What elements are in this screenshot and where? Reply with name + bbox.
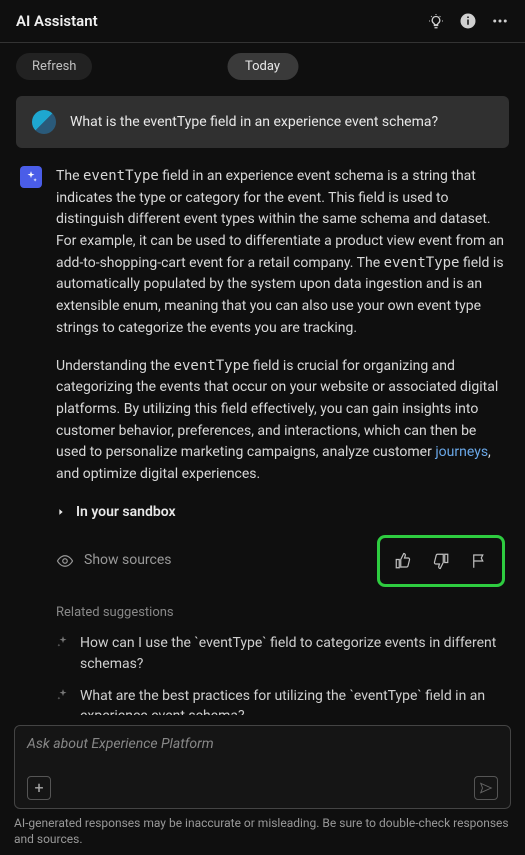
suggestion-item[interactable]: How can I use the `eventType` field to c… (56, 633, 505, 674)
suggestion-item[interactable]: What are the best practices for utilizin… (56, 686, 505, 715)
sources-label: Show sources (84, 550, 172, 572)
journeys-link[interactable]: journeys (435, 444, 488, 460)
sandbox-toggle[interactable]: In your sandbox (56, 502, 505, 524)
related-suggestions-title: Related suggestions (56, 603, 505, 623)
user-avatar (32, 110, 56, 134)
today-pill[interactable]: Today (227, 53, 298, 80)
suggestion-text: What are the best practices for utilizin… (80, 686, 505, 715)
user-message-text: What is the eventType field in an experi… (70, 114, 438, 130)
eye-icon (56, 552, 74, 570)
chevron-right-icon (56, 507, 66, 517)
thumbs-down-button[interactable] (426, 546, 456, 576)
send-button[interactable] (474, 776, 498, 800)
info-icon[interactable] (459, 12, 477, 30)
sources-row: Show sources (56, 535, 505, 587)
ai-message-body: The eventType field in an experience eve… (56, 166, 505, 715)
sparkle-icon (56, 688, 70, 715)
app-header: AI Assistant (0, 0, 525, 43)
suggestion-text: How can I use the `eventType` field to c… (80, 633, 505, 674)
show-sources-button[interactable]: Show sources (56, 550, 172, 572)
more-icon[interactable] (491, 12, 509, 30)
app-title: AI Assistant (16, 12, 98, 30)
sandbox-label: In your sandbox (76, 502, 176, 524)
input-row: + (27, 776, 498, 800)
add-button[interactable]: + (27, 776, 51, 800)
ai-message: The eventType field in an experience eve… (16, 166, 509, 715)
ai-paragraph-1: The eventType field in an experience eve… (56, 166, 505, 340)
thumbs-up-button[interactable] (388, 546, 418, 576)
lightbulb-icon[interactable] (427, 12, 445, 30)
code-eventtype: eventType (174, 358, 250, 374)
footer: Ask about Experience Platform + AI-gener… (0, 715, 525, 855)
disclaimer-text: AI-generated responses may be inaccurate… (14, 815, 511, 847)
sparkle-icon (56, 635, 70, 674)
flag-button[interactable] (464, 546, 494, 576)
message-input[interactable]: Ask about Experience Platform + (14, 725, 511, 809)
user-message: What is the eventType field in an experi… (16, 96, 509, 148)
refresh-button[interactable]: Refresh (16, 53, 92, 80)
input-placeholder: Ask about Experience Platform (27, 736, 498, 752)
ai-paragraph-2: Understanding the eventType field is cru… (56, 356, 505, 486)
subheader: Refresh Today (0, 43, 525, 96)
ai-sparkle-icon (20, 166, 42, 188)
header-icons (427, 12, 509, 30)
conversation-content: What is the eventType field in an experi… (0, 96, 525, 715)
code-eventtype: eventType (83, 168, 159, 184)
code-eventtype: eventType (384, 255, 460, 271)
feedback-box (377, 535, 505, 587)
